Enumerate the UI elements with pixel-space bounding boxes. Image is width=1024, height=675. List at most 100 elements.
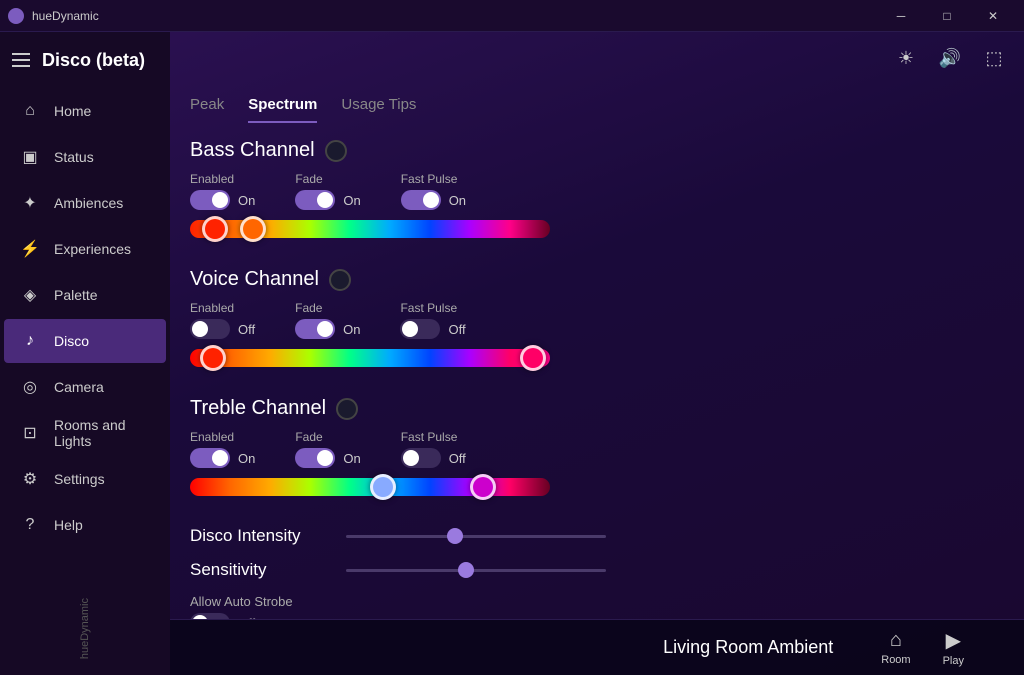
color-slider-voice[interactable]: [190, 349, 1000, 377]
thumb1-treble[interactable]: [370, 474, 396, 500]
close-button[interactable]: ✕: [970, 0, 1016, 32]
color-slider-bass[interactable]: [190, 220, 1000, 248]
thumb2-treble[interactable]: [470, 474, 496, 500]
fade-label-voice: Fade: [295, 301, 360, 315]
auto-strobe-toggle[interactable]: [190, 613, 230, 619]
nav-icon-ambiences: ✦: [20, 193, 40, 213]
channel-dot-voice: [329, 269, 351, 291]
header-icons: ☀ 🔊 ⬚: [876, 32, 1024, 84]
nav-icon-help: ?: [20, 515, 40, 535]
main-content: ☀ 🔊 ⬚ Peak Spectrum Usage Tips Bass Channe…: [170, 32, 1024, 675]
sidebar-item-rooms[interactable]: ⊡ Rooms and Lights: [4, 411, 166, 455]
app-layout: Disco (beta) ⌂ Home ▣ Status ✦ Ambiences…: [0, 32, 1024, 675]
fastpulse-value-voice: Off: [448, 322, 465, 337]
thumb1-bass[interactable]: [202, 216, 228, 242]
toggle-thumb: [403, 450, 419, 466]
color-track-bass: [190, 220, 550, 238]
sidebar-item-status[interactable]: ▣ Status: [4, 135, 166, 179]
disco-intensity-section: Disco Intensity: [190, 526, 1000, 546]
toggle-row-bass: Enabled On Fade On Fast Pu: [190, 172, 1000, 210]
titlebar-left: hueDynamic: [8, 8, 99, 24]
toggle-row-treble: Enabled On Fade On Fast Pu: [190, 430, 1000, 468]
minimize-button[interactable]: ─: [878, 0, 924, 32]
toggle-thumb: [317, 450, 333, 466]
sidebar-item-experiences[interactable]: ⚡ Experiences: [4, 227, 166, 271]
scene-name: Living Room Ambient: [663, 637, 833, 658]
toggle-thumb: [317, 192, 333, 208]
tab-spectrum[interactable]: Spectrum: [248, 96, 317, 123]
play-button[interactable]: ▶ Play: [943, 628, 964, 667]
tab-tips[interactable]: Usage Tips: [341, 96, 416, 123]
sidebar-brand: hueDynamic: [79, 590, 91, 667]
sidebar-item-home[interactable]: ⌂ Home: [4, 89, 166, 133]
sensitivity-thumb[interactable]: [458, 562, 474, 578]
toggle[interactable]: [295, 190, 335, 210]
fade-label-treble: Fade: [295, 430, 360, 444]
screen-icon[interactable]: ⬚: [976, 40, 1012, 76]
play-label: Play: [943, 655, 964, 667]
toggle-thumb: [192, 321, 208, 337]
toggle-thumb: [317, 321, 333, 337]
sidebar-item-help[interactable]: ? Help: [4, 503, 166, 547]
fastpulse-value-treble: Off: [449, 451, 466, 466]
toggle-thumb: [212, 192, 228, 208]
color-slider-treble[interactable]: [190, 478, 1000, 506]
titlebar-title: hueDynamic: [32, 9, 99, 23]
thumb2-bass[interactable]: [240, 216, 266, 242]
sensitivity-track[interactable]: [346, 569, 606, 572]
sidebar-item-palette[interactable]: ◈ Palette: [4, 273, 166, 317]
channel-voice: Voice Channel Enabled Off Fade: [190, 268, 1000, 377]
toggle-thumb: [402, 321, 418, 337]
nav-label-camera: Camera: [54, 379, 104, 395]
toggle[interactable]: [401, 190, 441, 210]
sidebar-item-disco[interactable]: ♪ Disco: [4, 319, 166, 363]
nav-label-palette: Palette: [54, 287, 98, 303]
sidebar-item-ambiences[interactable]: ✦ Ambiences: [4, 181, 166, 225]
fastpulse-value-bass: On: [449, 193, 466, 208]
nav-icon-status: ▣: [20, 147, 40, 167]
fastpulse-control-bass: On: [401, 190, 466, 210]
fastpulse-label-bass: Fast Pulse: [401, 172, 466, 186]
nav-label-experiences: Experiences: [54, 241, 131, 257]
bottom-bar: Living Room Ambient ⌂ Room ▶ Play: [170, 619, 1024, 675]
maximize-button[interactable]: □: [924, 0, 970, 32]
brightness-icon[interactable]: ☀: [888, 40, 924, 76]
channel-title-bass: Bass Channel: [190, 139, 315, 162]
channel-header-voice: Voice Channel: [190, 268, 1000, 291]
toggle[interactable]: [190, 190, 230, 210]
fastpulse-control-voice: Off: [400, 319, 465, 339]
toggle[interactable]: [401, 448, 441, 468]
channel-title-voice: Voice Channel: [190, 268, 319, 291]
hamburger-menu[interactable]: [12, 53, 30, 67]
toggle[interactable]: [295, 448, 335, 468]
nav-label-disco: Disco: [54, 333, 89, 349]
thumb2-voice[interactable]: [520, 345, 546, 371]
toggle[interactable]: [190, 319, 230, 339]
toggle[interactable]: [190, 448, 230, 468]
nav-icon-disco: ♪: [20, 331, 40, 351]
enabled-value-bass: On: [238, 193, 255, 208]
auto-strobe-section: Allow Auto Strobe Off: [190, 594, 1000, 619]
enabled-value-treble: On: [238, 451, 255, 466]
sidebar-item-camera[interactable]: ◎ Camera: [4, 365, 166, 409]
channel-bass: Bass Channel Enabled On Fade: [190, 139, 1000, 248]
fade-group-voice: Fade On: [295, 301, 360, 339]
sensitivity-section: Sensitivity: [190, 560, 1000, 580]
toggle[interactable]: [295, 319, 335, 339]
play-icon: ▶: [946, 628, 961, 653]
disco-intensity-track[interactable]: [346, 535, 606, 538]
auto-strobe-thumb: [192, 615, 208, 619]
tab-peak[interactable]: Peak: [190, 96, 224, 123]
disco-intensity-thumb[interactable]: [447, 528, 463, 544]
fastpulse-label-treble: Fast Pulse: [401, 430, 466, 444]
window-controls: ─ □ ✕: [878, 0, 1016, 32]
sound-icon[interactable]: 🔊: [932, 40, 968, 76]
sidebar-item-settings[interactable]: ⚙ Settings: [4, 457, 166, 501]
thumb1-voice[interactable]: [200, 345, 226, 371]
nav-label-settings: Settings: [54, 471, 105, 487]
toggle-thumb: [212, 450, 228, 466]
sidebar: Disco (beta) ⌂ Home ▣ Status ✦ Ambiences…: [0, 32, 170, 675]
sidebar-nav: ⌂ Home ▣ Status ✦ Ambiences ⚡ Experience…: [0, 88, 170, 582]
room-button[interactable]: ⌂ Room: [881, 629, 910, 666]
toggle[interactable]: [400, 319, 440, 339]
